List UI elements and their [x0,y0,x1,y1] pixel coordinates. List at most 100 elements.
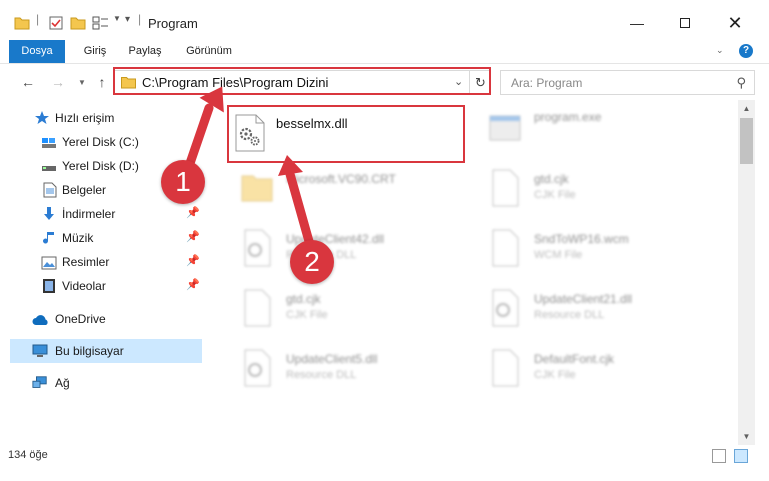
sidebar-item-label: Hızlı erişim [55,111,115,125]
sidebar-item-onedrive[interactable]: OneDrive [0,307,202,331]
pin-icon[interactable]: 📌 [186,230,200,243]
navigation-pane: Hızlı erişim Yerel Disk (C:) Yerel Disk … [0,100,210,445]
pin-icon[interactable]: 📌 [186,254,200,267]
scroll-thumb[interactable] [740,118,753,164]
list-item[interactable]: UpdateClient5.dll Resource DLL [224,342,464,398]
caret-up-icon: ▲ [742,104,751,113]
sidebar-item-network[interactable]: Ağ [0,371,202,395]
list-item[interactable]: UpdateClient42.dll Resource DLL [224,222,464,278]
search-icon: ⚲ [736,75,746,90]
dll-file-icon [235,114,265,152]
sidebar-item-downloads[interactable]: İndirmeler 📌 [0,202,202,226]
chevron-down-icon[interactable]: ⌄ [454,75,463,88]
highlighted-file[interactable]: besselmx.dll [228,108,462,162]
pin-icon[interactable]: 📌 [186,206,200,219]
file-icon [492,169,519,207]
maximize-button[interactable] [662,8,708,38]
forward-button[interactable]: → [48,72,68,92]
sidebar-item-label: Bu bilgisayar [55,344,124,358]
sidebar-item-disk-c[interactable]: Yerel Disk (C:) [0,130,202,154]
separator: | [36,12,40,26]
chevron-down-icon: ▼ [78,77,86,87]
minimize-icon: — [630,15,644,31]
sidebar-item-label: Ağ [55,376,70,390]
new-folder-icon[interactable] [70,14,86,32]
details-view-button[interactable] [712,449,726,463]
drive-icon [42,138,56,148]
sidebar-item-label: Resimler [62,255,110,269]
list-item[interactable]: gtd.cjk CJK File [472,162,712,218]
window-title: Program [148,16,198,31]
file-icon [244,289,271,327]
help-icon[interactable]: ? [739,44,753,58]
recent-locations-button[interactable]: ▼ [72,72,92,92]
list-item[interactable]: gtd.cjk CJK File [224,282,464,338]
sidebar-item-music[interactable]: Müzik 📌 [0,226,202,250]
file-list: program.exe Microsoft.VC90.CRT gtd.cjk C… [210,100,738,445]
file-icon [492,229,519,267]
network-icon [32,376,47,388]
large-icons-view-button[interactable] [734,449,748,463]
title-bar: | ▼ ▾ | Program — ✕ [0,0,769,40]
close-icon: ✕ [727,12,743,33]
address-path[interactable]: C:\Program Files\Program Dizini [142,75,328,90]
sidebar-item-label: Müzik [62,231,94,245]
status-bar: 134 öğe [0,445,769,467]
customize-toolbar-icon[interactable] [92,14,110,32]
tab-file[interactable]: Dosya [9,40,65,63]
address-bar[interactable]: C:\Program Files\Program Dizini ⌄ ↻ [114,70,491,95]
sidebar-item-pictures[interactable]: Resimler 📌 [0,250,202,274]
minimize-button[interactable]: — [614,8,660,38]
tab-view[interactable]: Görünüm [176,40,242,63]
step-badge-1: 1 [161,160,205,204]
sidebar-item-label: Belgeler [62,183,107,197]
cloud-icon [32,315,48,325]
item-count: 134 öğe [8,449,48,461]
search-input[interactable]: Ara: Program [511,76,582,90]
sidebar-item-label: Yerel Disk (C:) [62,135,139,149]
arrow-up-icon: ↑ [98,74,106,90]
close-button[interactable]: ✕ [712,8,758,38]
list-item[interactable]: UpdateClient21.dll Resource DLL [472,282,712,338]
properties-icon[interactable] [48,14,64,32]
maximize-icon [680,18,690,28]
folder-icon[interactable] [14,14,30,32]
vertical-scrollbar[interactable]: ▲ ▼ [738,100,755,445]
tab-share[interactable]: Paylaş [120,40,170,63]
video-icon [43,279,55,293]
back-button[interactable]: ← [18,72,38,92]
caret-down-icon: ▼ [742,432,751,441]
sidebar-item-this-pc[interactable]: Bu bilgisayar [10,339,202,363]
refresh-button[interactable]: ↻ [469,71,491,94]
list-item[interactable]: DefaultFont.cjk CJK File [472,342,712,398]
folder-icon [121,77,136,89]
search-box[interactable]: Ara: Program ⚲ [500,70,755,95]
step-badge-2: 2 [290,240,334,284]
arrow-left-icon: ← [21,74,35,90]
list-item[interactable]: SndToWP16.wcm WCM File [472,222,712,278]
sidebar-item-quick-access[interactable]: Hızlı erişim [0,106,202,130]
download-icon [44,207,54,220]
list-item[interactable]: program.exe [472,102,712,158]
arrow-right-icon: → [51,74,65,90]
sidebar-item-label: Videolar [62,279,106,293]
ribbon: Dosya Giriş Paylaş Görünüm ⌄ ? [0,40,769,64]
sidebar-item-label: OneDrive [55,312,106,326]
list-item[interactable]: Microsoft.VC90.CRT [224,162,464,218]
navigation-bar: ← → ▼ ↑ C:\Program Files\Program Dizini … [0,64,769,100]
up-button[interactable]: ↑ [92,72,112,92]
ribbon-expand-icon[interactable]: ⌄ [716,45,724,56]
scroll-down-button[interactable]: ▼ [738,428,755,445]
star-icon [35,111,49,124]
dll-icon [244,349,271,387]
file-name: besselmx.dll [276,116,348,131]
pin-icon[interactable]: 📌 [186,278,200,291]
quick-access-dropdown-icon[interactable]: ▾ [125,14,130,32]
dll-icon [492,289,519,327]
sidebar-item-videos[interactable]: Videolar 📌 [0,274,202,298]
music-icon [43,232,54,244]
chevron-down-icon[interactable]: ▼ [113,14,121,32]
tab-home[interactable]: Giriş [70,40,120,63]
application-icon [489,115,521,141]
scroll-up-button[interactable]: ▲ [738,100,755,117]
